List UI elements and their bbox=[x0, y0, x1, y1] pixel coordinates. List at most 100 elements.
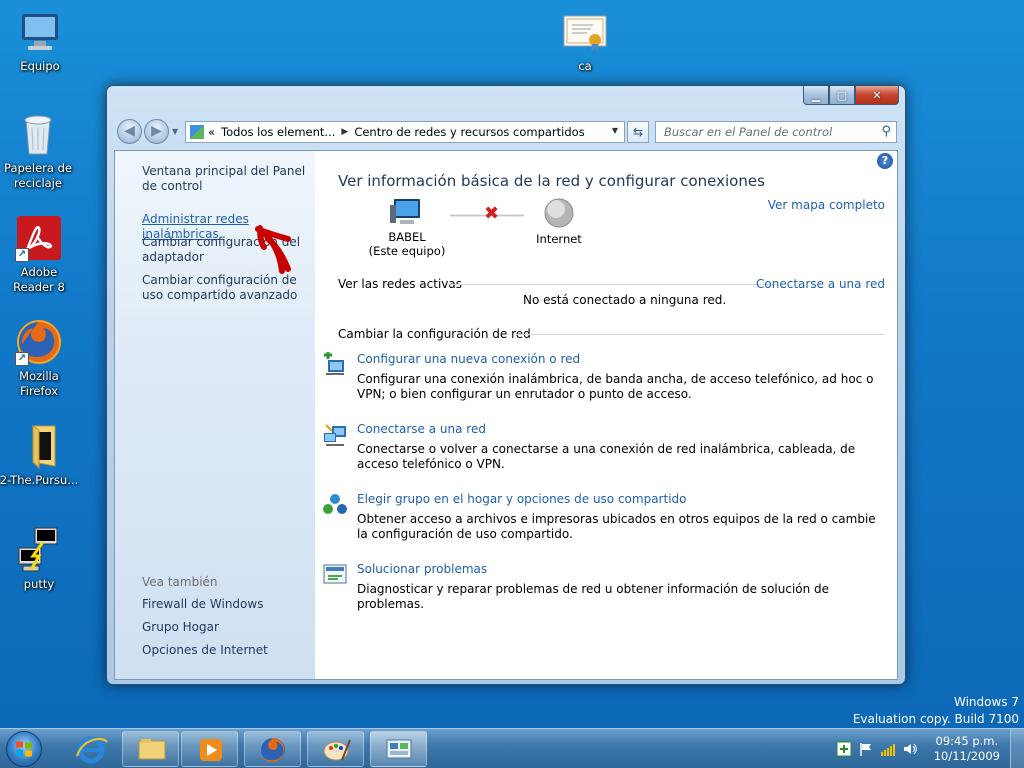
main-pane: ? Ver información básica de la red y con… bbox=[315, 151, 897, 679]
task-title[interactable]: Configurar una nueva conexión o red bbox=[357, 352, 877, 367]
network-center-window[interactable]: ▁ ▢ ✕ ◀ ▶ ▼ « Todos los element... ▶ Cen… bbox=[106, 85, 906, 685]
globe-icon bbox=[544, 198, 574, 228]
task-title[interactable]: Solucionar problemas bbox=[357, 562, 877, 577]
breadcrumb-all-items[interactable]: Todos los element... bbox=[221, 125, 335, 139]
desktop-icon-label: 2-The.Pursu... bbox=[0, 473, 79, 487]
page-title: Ver información básica de la red y confi… bbox=[338, 172, 765, 190]
task-new-connection: Configurar una nueva conexión o red Conf… bbox=[324, 352, 877, 402]
taskbar-media-player-button[interactable] bbox=[181, 731, 238, 767]
link-control-panel-home[interactable]: Ventana principal del Panel de control bbox=[142, 164, 310, 194]
see-also-title: Vea también bbox=[142, 575, 218, 589]
taskbar-control-panel-button[interactable] bbox=[370, 731, 427, 767]
close-button[interactable]: ✕ bbox=[855, 86, 899, 105]
clock[interactable]: 09:45 p.m. 10/11/2009 bbox=[934, 734, 1000, 764]
media-player-icon bbox=[200, 739, 222, 761]
address-root-chevron[interactable]: « bbox=[208, 125, 215, 139]
back-button[interactable]: ◀ bbox=[117, 119, 142, 144]
internet-node[interactable]: Internet bbox=[533, 197, 585, 246]
windows-version-watermark: Windows 7 bbox=[953, 695, 1019, 709]
windows-logo-icon bbox=[16, 741, 32, 757]
folder-icon bbox=[15, 422, 63, 470]
maximize-button[interactable]: ▢ bbox=[829, 86, 855, 105]
no-connection-status: No está conectado a ninguna red. bbox=[523, 293, 727, 307]
action-center-flag-icon[interactable] bbox=[858, 741, 874, 757]
task-description: Diagnosticar y reparar problemas de red … bbox=[357, 582, 830, 611]
forward-button[interactable]: ▶ bbox=[144, 119, 169, 144]
desktop-icon-putty[interactable]: putty bbox=[0, 526, 79, 592]
connect-network-link[interactable]: Conectarse a una red bbox=[756, 277, 885, 291]
taskbar: 09:45 p.m. 10/11/2009 bbox=[0, 728, 1024, 768]
close-icon: ✕ bbox=[872, 88, 882, 102]
shortcut-arrow-icon: ↗ bbox=[15, 352, 29, 366]
back-arrow-icon: ◀ bbox=[124, 123, 135, 139]
breadcrumb-separator-icon[interactable]: ▶ bbox=[341, 127, 348, 137]
search-icon[interactable]: ⚲ bbox=[881, 122, 891, 142]
window-controls: ▁ ▢ ✕ bbox=[803, 86, 899, 105]
task-description: Configurar una conexión inalámbrica, de … bbox=[357, 372, 874, 401]
desktop-icon-label: Adobe Reader 8 bbox=[13, 265, 65, 294]
address-dropdown-icon[interactable]: ▼ bbox=[612, 126, 618, 135]
desktop-icon-label: Papelera de reciclaje bbox=[4, 161, 72, 190]
security-essentials-icon[interactable] bbox=[836, 741, 852, 757]
link-homegroup[interactable]: Grupo Hogar bbox=[142, 620, 310, 635]
taskbar-ie-button[interactable] bbox=[62, 731, 119, 767]
view-full-map-link[interactable]: Ver mapa completo bbox=[768, 198, 885, 212]
computer-name: BABEL bbox=[388, 230, 426, 244]
desktop-icon-label: ca bbox=[578, 59, 592, 73]
desktop-icon-label: Mozilla Firefox bbox=[19, 369, 59, 398]
connect-network-icon bbox=[324, 424, 346, 446]
link-internet-options[interactable]: Opciones de Internet bbox=[142, 643, 310, 658]
desktop-icon-ca[interactable]: ca bbox=[545, 8, 625, 74]
adobe-reader-icon: ↗ bbox=[15, 214, 63, 262]
computer-subtitle: (Este equipo) bbox=[368, 244, 446, 258]
address-bar[interactable]: « Todos los element... ▶ Centro de redes… bbox=[185, 121, 625, 143]
breadcrumb-network-center[interactable]: Centro de redes y recursos compartidos bbox=[354, 125, 584, 139]
link-advanced-sharing[interactable]: Cambiar configuración de uso compartido … bbox=[142, 273, 310, 303]
task-description: Obtener acceso a archivos e impresoras u… bbox=[357, 512, 876, 541]
wireless-signal-icon[interactable] bbox=[880, 741, 896, 757]
desktop-icon-equipo[interactable]: Equipo bbox=[0, 8, 80, 74]
recent-pages-chevron-icon[interactable]: ▼ bbox=[172, 127, 178, 136]
task-title[interactable]: Elegir grupo en el hogar y opciones de u… bbox=[357, 492, 877, 507]
clock-time: 09:45 p.m. bbox=[935, 734, 999, 748]
search-input[interactable]: Buscar en el Panel de control ⚲ bbox=[655, 121, 897, 143]
recycle-bin-icon bbox=[14, 110, 62, 158]
refresh-icon: ⇆ bbox=[632, 125, 644, 139]
taskbar-paint-button[interactable] bbox=[307, 731, 364, 767]
minimize-button[interactable]: ▁ bbox=[803, 86, 829, 105]
refresh-button[interactable]: ⇆ bbox=[627, 121, 649, 143]
disconnected-x-icon[interactable]: ✖ bbox=[484, 203, 499, 224]
evaluation-copy-watermark: Evaluation copy. Build 7100 bbox=[852, 712, 1019, 726]
taskbar-explorer-button[interactable] bbox=[122, 731, 179, 767]
pc-icon bbox=[390, 199, 420, 224]
control-panel-icon bbox=[190, 125, 204, 139]
paint-palette-icon bbox=[323, 739, 351, 761]
desktop-icon-folder[interactable]: 2-The.Pursu... bbox=[0, 422, 79, 488]
homegroup-icon bbox=[323, 494, 347, 514]
shortcut-arrow-icon: ↗ bbox=[15, 248, 29, 262]
window-content: Ventana principal del Panel de control A… bbox=[114, 150, 898, 680]
task-connect-network: Conectarse a una red Conectarse o volver… bbox=[324, 422, 877, 472]
show-desktop-button[interactable] bbox=[1010, 729, 1024, 768]
change-settings-title: Cambiar la configuración de red bbox=[338, 327, 531, 341]
desktop-icon-adobe-reader[interactable]: ↗ Adobe Reader 8 bbox=[0, 214, 79, 295]
desktop-icon-label: putty bbox=[23, 577, 55, 591]
task-title[interactable]: Conectarse a una red bbox=[357, 422, 877, 437]
maximize-icon: ▢ bbox=[836, 88, 848, 102]
internet-explorer-icon bbox=[76, 736, 108, 764]
clock-date: 10/11/2009 bbox=[933, 749, 1000, 763]
certificate-icon bbox=[561, 8, 609, 56]
firefox-icon bbox=[261, 738, 285, 762]
desktop-icon-papelera[interactable]: Papelera de reciclaje bbox=[0, 110, 78, 191]
link-windows-firewall[interactable]: Firewall de Windows bbox=[142, 597, 310, 612]
taskbar-firefox-button[interactable] bbox=[244, 731, 301, 767]
annotation-arrow-icon bbox=[255, 225, 291, 274]
start-button[interactable] bbox=[6, 731, 42, 767]
change-settings-header: Cambiar la configuración de red bbox=[338, 327, 885, 341]
help-icon[interactable]: ? bbox=[877, 153, 893, 169]
desktop-icon-firefox[interactable]: ↗ Mozilla Firefox bbox=[0, 318, 79, 399]
troubleshoot-icon bbox=[323, 564, 347, 584]
computer-node[interactable]: BABEL (Este equipo) bbox=[367, 197, 447, 258]
volume-icon[interactable] bbox=[902, 741, 918, 757]
search-placeholder: Buscar en el Panel de control bbox=[664, 125, 833, 139]
